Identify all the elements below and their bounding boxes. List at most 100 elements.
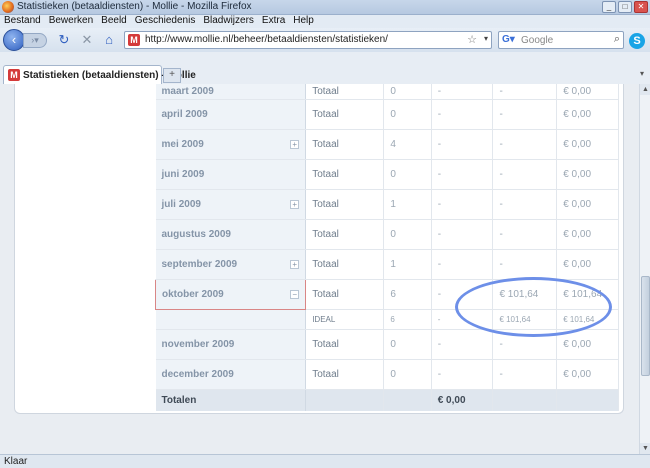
value-cell: - [492, 249, 558, 280]
tab-favicon-icon: M [8, 69, 20, 81]
minimize-button[interactable]: _ [602, 1, 616, 13]
site-icon: M [128, 34, 140, 46]
count-cell: 0 [383, 99, 432, 130]
month-cell: juni 2009 [155, 159, 307, 190]
value-cell: - [431, 129, 494, 160]
month-cell: juli 2009 + [155, 189, 307, 220]
count-cell: 0 [383, 84, 432, 100]
address-url[interactable]: http://www.mollie.nl/beheer/betaaldienst… [145, 34, 388, 45]
type-cell: Totaal [305, 99, 385, 130]
menu-geschiedenis[interactable]: Geschiedenis [135, 15, 196, 28]
reload-icon[interactable]: ↻ [56, 32, 72, 48]
count-cell: 0 [383, 359, 432, 390]
menu-bestand[interactable]: Bestand [4, 15, 41, 28]
stop-icon[interactable]: ✕ [79, 32, 95, 48]
totals-value: € 0,00 [431, 389, 494, 411]
count-cell: 4 [383, 129, 432, 160]
address-bar[interactable]: M http://www.mollie.nl/beheer/betaaldien… [124, 31, 492, 49]
home-icon[interactable]: ⌂ [101, 32, 117, 48]
highlight-ellipse [455, 277, 612, 337]
back-button[interactable]: ‹ [3, 29, 25, 51]
skype-icon[interactable]: S [629, 33, 645, 49]
table-row: juni 2009 Totaal 0- - € 0,00 [155, 159, 619, 190]
type-cell: IDEAL [305, 309, 385, 330]
type-cell: Totaal [305, 189, 385, 220]
count-cell: 6 [383, 279, 432, 310]
collapse-icon[interactable]: − [290, 289, 300, 299]
value-cell: - [431, 359, 494, 390]
search-input[interactable]: Google [521, 35, 553, 46]
window-controls: _ □ ✕ [602, 1, 648, 13]
value-cell: - [431, 99, 494, 130]
month-cell: september 2009 + [155, 249, 307, 280]
search-box[interactable]: G▾ Google ⌕ [498, 31, 624, 49]
month-cell: april 2009 [155, 99, 307, 130]
menu-bladwijzers[interactable]: Bladwijzers [203, 15, 254, 28]
type-cell: Totaal [305, 249, 385, 280]
count-cell: 0 [383, 159, 432, 190]
value-cell: € 0,00 [556, 219, 619, 250]
navigation-toolbar: ‹ ›▾ ↻ ✕ ⌂ M http://www.mollie.nl/beheer… [0, 28, 650, 52]
type-cell: Totaal [305, 329, 385, 360]
menu-bar: Bestand Bewerken Beeld Geschiedenis Blad… [0, 15, 650, 28]
count-cell: 1 [383, 249, 432, 280]
value-cell: - [431, 219, 494, 250]
forward-button[interactable]: ›▾ [23, 33, 47, 48]
month-cell: december 2009 [155, 359, 307, 390]
table-row: april 2009 Totaal 0- - € 0,00 [155, 99, 619, 130]
month-label: september 2009 [161, 258, 238, 270]
totals-empty [305, 389, 385, 411]
google-icon[interactable]: G▾ [502, 34, 516, 46]
month-cell [155, 309, 307, 330]
table-row: maart 2009 Totaal 0- - € 0,00 [155, 84, 619, 100]
bookmark-star-icon[interactable]: ☆ [467, 33, 477, 46]
scroll-up-icon[interactable]: ▲ [640, 84, 650, 95]
month-cell: maart 2009 [155, 84, 307, 100]
month-cell: augustus 2009 [155, 219, 307, 250]
count-cell: 0 [383, 219, 432, 250]
scroll-thumb[interactable] [641, 276, 650, 376]
value-cell: - [492, 159, 558, 190]
status-text: Klaar [4, 456, 28, 467]
type-cell: Totaal [305, 159, 385, 190]
month-label: mei 2009 [161, 138, 204, 150]
value-cell: - [492, 99, 558, 130]
new-tab-button[interactable]: + [163, 68, 181, 83]
menu-extra[interactable]: Extra [262, 15, 285, 28]
totals-empty [556, 389, 619, 411]
vertical-scrollbar[interactable]: ▲ ▼ [639, 84, 650, 454]
expand-icon[interactable]: + [290, 259, 300, 269]
totals-empty [383, 389, 432, 411]
totals-row: Totalen € 0,00 [155, 389, 619, 411]
chevron-down-icon[interactable]: ▾ [484, 34, 488, 43]
value-cell: - [431, 189, 494, 220]
close-button[interactable]: ✕ [634, 1, 648, 13]
count-cell: 6 [383, 309, 432, 330]
value-cell: - [431, 84, 494, 100]
search-icon[interactable]: ⌕ [614, 33, 620, 46]
type-cell: Totaal [305, 84, 385, 100]
value-cell: - [431, 329, 494, 360]
status-bar: Klaar [0, 454, 650, 468]
maximize-button[interactable]: □ [618, 1, 632, 13]
menu-bewerken[interactable]: Bewerken [49, 15, 93, 28]
expand-icon[interactable]: + [290, 199, 300, 209]
totals-empty [492, 389, 558, 411]
stats-panel: maart 2009 Totaal 0- - € 0,00 april 2009 Totaa… [14, 84, 624, 414]
value-cell: € 0,00 [556, 99, 619, 130]
scroll-down-icon[interactable]: ▼ [640, 443, 650, 454]
value-cell: € 0,00 [556, 129, 619, 160]
value-cell: - [492, 129, 558, 160]
value-cell: - [492, 359, 558, 390]
page-content: maart 2009 Totaal 0- - € 0,00 april 2009 Totaa… [0, 84, 639, 454]
value-cell: € 0,00 [556, 249, 619, 280]
table-row: augustus 2009 Totaal 0- - € 0,00 [155, 219, 619, 250]
type-cell: Totaal [305, 129, 385, 160]
menu-beeld[interactable]: Beeld [101, 15, 127, 28]
menu-help[interactable]: Help [293, 15, 314, 28]
type-cell: Totaal [305, 219, 385, 250]
value-cell: - [431, 249, 494, 280]
expand-icon[interactable]: + [290, 139, 300, 149]
tab-statistieken[interactable]: M Statistieken (betaaldiensten) - Mollie [3, 65, 196, 84]
tab-list-chevron-icon[interactable]: ▾ [640, 69, 644, 78]
